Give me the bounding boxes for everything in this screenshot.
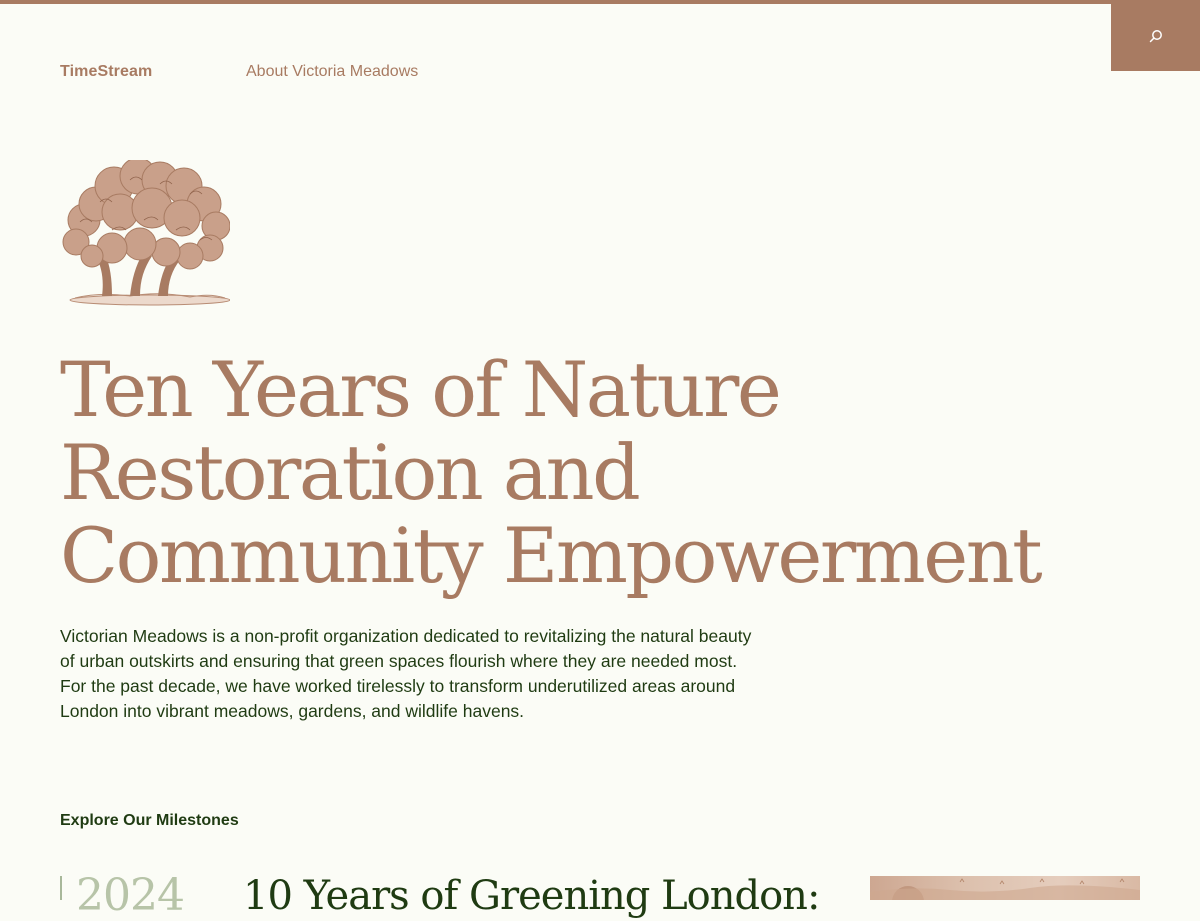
hero-description: Victorian Meadows is a non-profit organi… xyxy=(60,626,752,721)
site-logo[interactable]: TimeStream xyxy=(60,63,152,81)
milestone-image-texture xyxy=(870,878,1140,900)
nav-link-about[interactable]: About Victoria Meadows xyxy=(246,63,418,81)
hero-title: Ten Years of Nature Restoration and Comm… xyxy=(60,345,1043,600)
milestone-divider xyxy=(60,876,62,900)
milestones-heading: Explore Our Milestones xyxy=(60,812,239,829)
milestone-year: 2024 xyxy=(76,870,185,921)
top-accent-bar xyxy=(0,0,1200,4)
milestone-image[interactable] xyxy=(870,876,1140,900)
tree-illustration xyxy=(62,160,230,306)
search-button[interactable] xyxy=(1111,0,1200,71)
milestone-title[interactable]: 10 Years of Greening London: xyxy=(243,872,843,920)
search-icon xyxy=(1149,29,1162,42)
